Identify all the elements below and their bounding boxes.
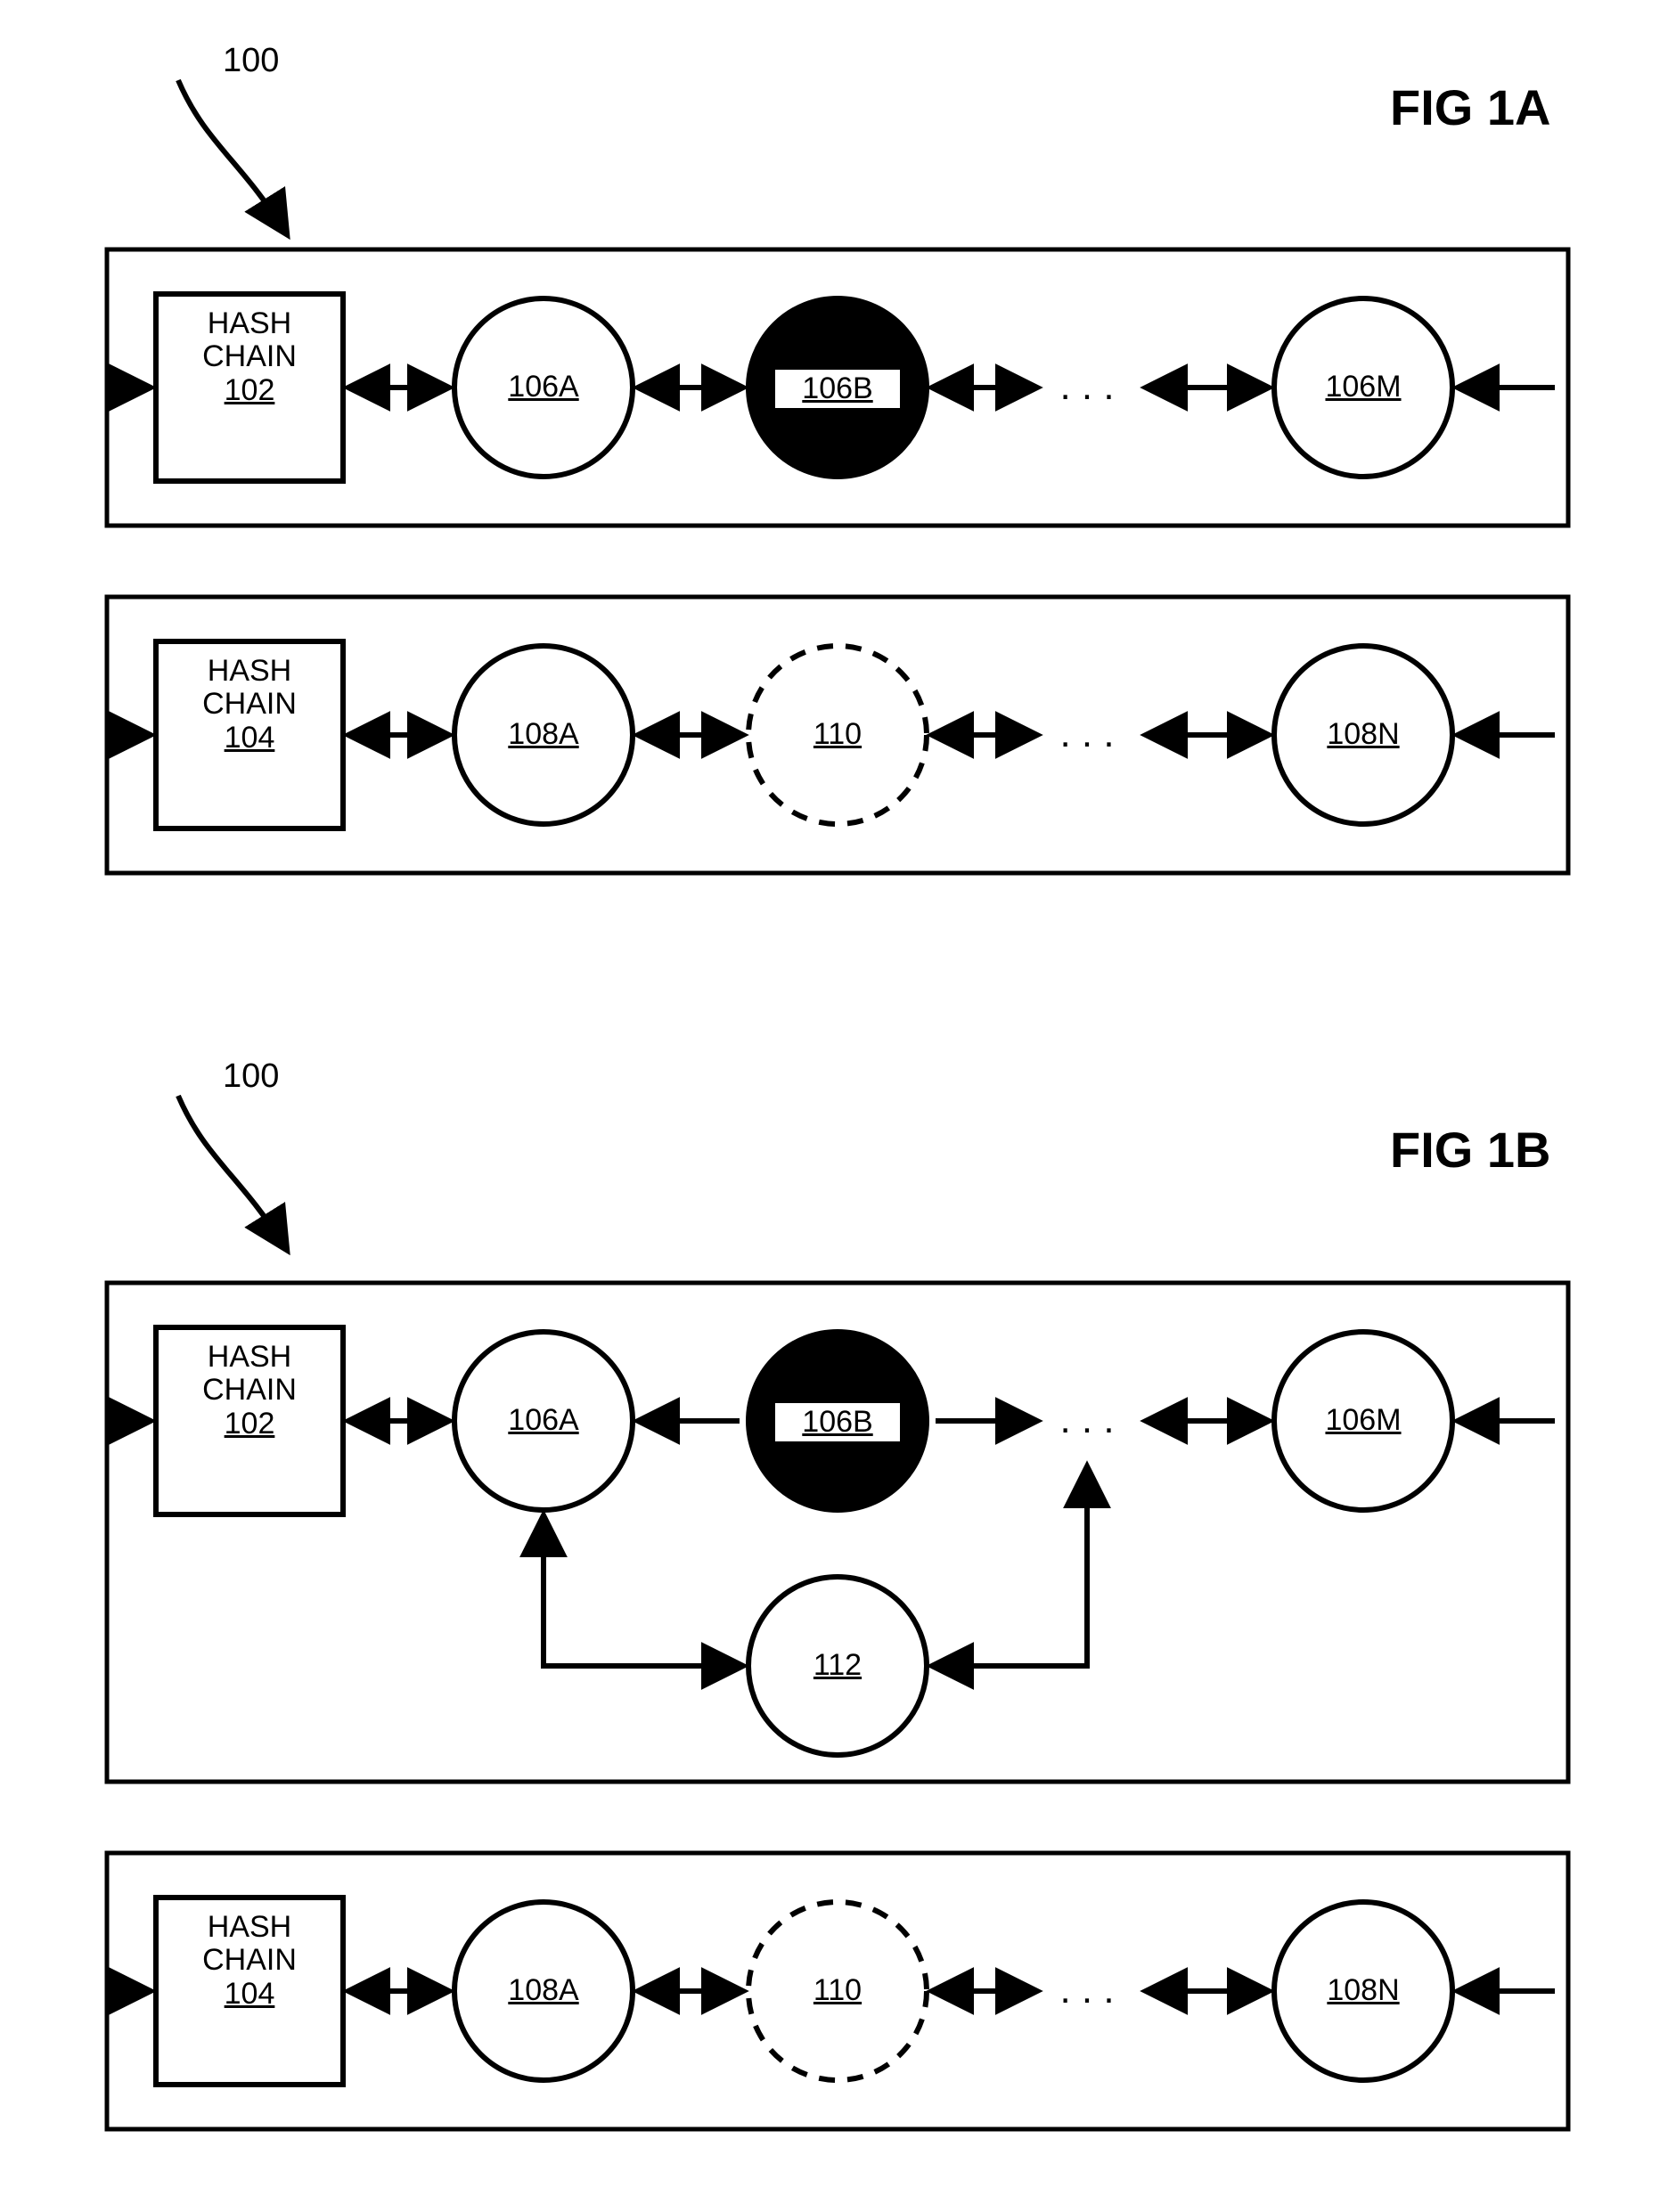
label-108n-b: 108N	[1292, 1973, 1435, 2008]
label-108n: 108N	[1292, 717, 1435, 752]
fig-1b: 100 FIG 1B HASH CHAIN 102 106A 106B . . …	[107, 1057, 1568, 2129]
fig1b-chain2: HASH CHAIN 104 108A 110 . . . 108N	[107, 1853, 1568, 2129]
label-106a-b: 106A	[472, 1403, 615, 1438]
callout-arrow-fig1a	[178, 80, 285, 232]
ellipsis-1a-1: . . .	[1059, 364, 1114, 408]
label-106b: 106B	[775, 370, 900, 408]
label-108a-b: 108A	[472, 1973, 615, 2008]
label-110: 110	[784, 717, 891, 752]
label-106m-b: 106M	[1292, 1403, 1435, 1438]
label-108a: 108A	[472, 717, 615, 752]
arrow-106a-112	[544, 1519, 740, 1666]
callout-arrow-fig1b	[178, 1096, 285, 1247]
hash-line2: CHAIN	[156, 1944, 343, 1977]
hash-line1: HASH	[156, 1341, 343, 1374]
ellipsis-1b-1: . . .	[1059, 1398, 1114, 1441]
fig1a-chain2: HASH CHAIN 104 108A 110 . . . 108N	[107, 597, 1568, 873]
ellipsis-1b-2: . . .	[1059, 1968, 1114, 2012]
hash-line2: CHAIN	[156, 340, 343, 373]
label-106b-b: 106B	[775, 1403, 900, 1441]
ellipsis-1a-2: . . .	[1059, 712, 1114, 755]
fig1a-chain1: HASH CHAIN 102 106A 106B . . . 106M	[107, 249, 1568, 526]
arrow-112-ellipsis	[936, 1470, 1087, 1666]
callout-100-fig1b: 100	[223, 1057, 279, 1095]
fig1b-chain1: HASH CHAIN 102 106A 106B . . . 106M 112	[107, 1283, 1568, 1782]
hash-line1: HASH	[156, 307, 343, 340]
label-112: 112	[784, 1648, 891, 1683]
hash-ref-104: 104	[156, 722, 343, 755]
label-106a: 106A	[472, 370, 615, 404]
hash-ref-102: 102	[156, 374, 343, 407]
diagram-svg: 100 FIG 1A HASH CHAIN 102 106A 106B	[0, 0, 1676, 2212]
hash-ref-102b: 102	[156, 1408, 343, 1441]
hash-line1: HASH	[156, 1911, 343, 1944]
label-106m: 106M	[1292, 370, 1435, 404]
hash-line1: HASH	[156, 655, 343, 688]
title-fig1b: FIG 1B	[1390, 1122, 1550, 1178]
hash-line2: CHAIN	[156, 1374, 343, 1407]
callout-100-fig1a: 100	[223, 42, 279, 79]
title-fig1a: FIG 1A	[1390, 79, 1550, 135]
label-110-b: 110	[784, 1973, 891, 2008]
fig-1a: 100 FIG 1A HASH CHAIN 102 106A 106B	[107, 42, 1568, 873]
hash-ref-104b: 104	[156, 1978, 343, 2011]
page: 100 FIG 1A HASH CHAIN 102 106A 106B	[0, 0, 1676, 2212]
hash-line2: CHAIN	[156, 688, 343, 721]
